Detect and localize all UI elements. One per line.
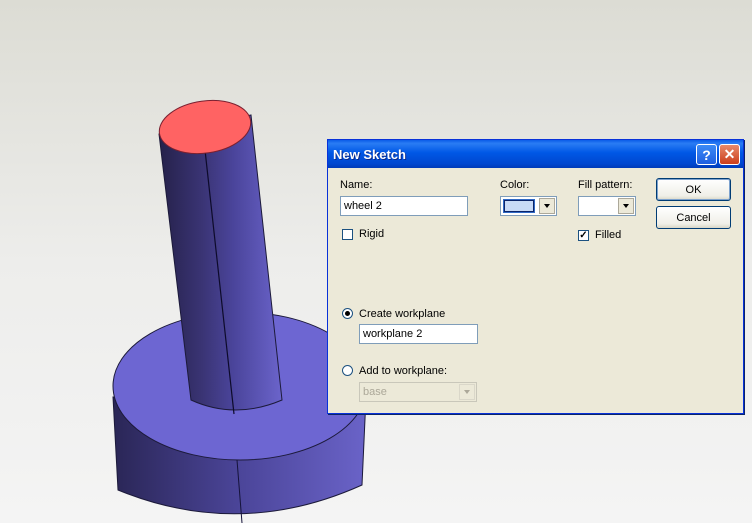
name-input[interactable]: wheel 2: [340, 196, 468, 216]
create-workplane-radio[interactable]: [342, 308, 353, 319]
help-button[interactable]: ?: [696, 144, 717, 165]
chevron-down-icon: [464, 390, 470, 394]
filled-checkbox[interactable]: ✓: [578, 230, 589, 241]
chevron-down-icon: [623, 204, 629, 208]
create-workplane-input[interactable]: workplane 2: [359, 324, 478, 344]
dialog-titlebar[interactable]: New Sketch ? ✕: [328, 140, 743, 168]
create-workplane-label: Create workplane: [359, 308, 446, 320]
color-label: Color:: [500, 179, 530, 191]
cancel-button[interactable]: Cancel: [656, 206, 731, 229]
add-to-workplane-dropdown-arrow[interactable]: [459, 384, 475, 400]
chevron-down-icon: [544, 204, 550, 208]
ok-button[interactable]: OK: [656, 178, 731, 201]
new-sketch-dialog: New Sketch ? ✕ Name: wheel 2 Color: Fill…: [327, 139, 744, 414]
dialog-title: New Sketch: [333, 147, 406, 162]
add-to-workplane-value: base: [363, 386, 387, 398]
add-to-workplane-label: Add to workplane:: [359, 365, 448, 377]
add-to-workplane-combo[interactable]: base: [359, 382, 477, 402]
color-swatch: [503, 199, 535, 213]
add-to-workplane-radio[interactable]: [342, 365, 353, 376]
close-icon: ✕: [723, 146, 736, 162]
color-combo[interactable]: [500, 196, 557, 216]
close-button[interactable]: ✕: [719, 144, 740, 165]
fill-pattern-dropdown-arrow[interactable]: [618, 198, 634, 214]
radio-selected-dot: [345, 311, 350, 316]
filled-label: Filled: [595, 229, 622, 241]
color-dropdown-arrow[interactable]: [539, 198, 555, 214]
help-icon: ?: [702, 146, 711, 163]
fill-pattern-combo[interactable]: [578, 196, 636, 216]
rigid-label: Rigid: [359, 228, 385, 240]
rigid-checkbox[interactable]: [342, 229, 353, 240]
name-label: Name:: [340, 179, 373, 191]
fill-pattern-label: Fill pattern:: [578, 179, 633, 191]
